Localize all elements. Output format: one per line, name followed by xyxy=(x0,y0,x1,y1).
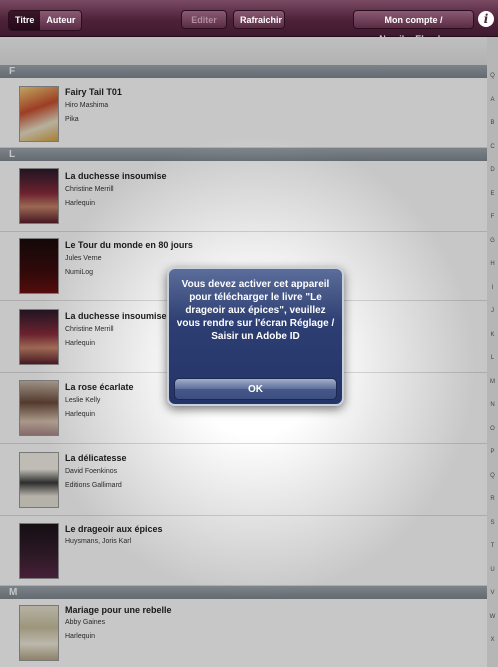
book-author: Abby Gaines xyxy=(65,619,106,626)
info-icon[interactable]: i xyxy=(478,11,494,27)
book-publisher: NumiLog xyxy=(65,269,94,276)
book-author: Christine Merrill xyxy=(65,326,114,333)
book-publisher: Harlequin xyxy=(65,411,95,418)
search-bar[interactable] xyxy=(0,37,487,65)
index-letter[interactable]: K xyxy=(487,332,498,338)
alert-message: Vous devez activer cet appareil pour tél… xyxy=(176,279,335,342)
toolbar: Titre Auteur Editer Rafraichir Mon compt… xyxy=(0,0,498,44)
index-letter[interactable]: A xyxy=(487,97,498,103)
index-letter[interactable]: F xyxy=(487,214,498,220)
book-publisher: Harlequin xyxy=(65,340,95,347)
index-letter[interactable]: V xyxy=(487,590,498,596)
edit-button[interactable]: Editer xyxy=(181,10,227,29)
book-title: Le drageoir aux épices xyxy=(65,524,163,534)
book-cover xyxy=(19,168,59,224)
index-letter[interactable]: Q xyxy=(487,73,498,79)
book-author: Christine Merrill xyxy=(65,186,114,193)
ok-button[interactable]: OK xyxy=(174,378,337,400)
index-letter[interactable]: C xyxy=(487,144,498,150)
sort-by-author-button[interactable]: Auteur xyxy=(40,11,82,30)
book-title: La duchesse insoumise xyxy=(65,311,167,321)
book-cover xyxy=(19,605,59,661)
book-title: Mariage pour une rebelle xyxy=(65,605,172,615)
index-letter[interactable]: M xyxy=(487,379,498,385)
index-letter[interactable]: W xyxy=(487,614,498,620)
index-letter[interactable]: I xyxy=(487,285,498,291)
index-letter[interactable]: D xyxy=(487,167,498,173)
book-title: La délicatesse xyxy=(65,453,127,463)
refresh-button[interactable]: Rafraichir xyxy=(233,10,285,29)
section-header-m: M xyxy=(0,586,487,599)
list-item[interactable]: La duchesse insoumise Christine Merrill … xyxy=(0,161,487,232)
book-publisher: Editions Gallimard xyxy=(65,482,122,489)
sort-segmented-control: Titre Auteur xyxy=(8,10,83,31)
list-item[interactable]: Mariage pour une rebelle Abby Gaines Har… xyxy=(0,599,487,667)
index-letter[interactable]: G xyxy=(487,238,498,244)
index-letter[interactable]: X xyxy=(487,637,498,643)
book-publisher: Pika xyxy=(65,116,79,123)
list-item[interactable]: La délicatesse David Foenkinos Editions … xyxy=(0,444,487,516)
book-cover xyxy=(19,86,59,142)
index-letter[interactable]: N xyxy=(487,402,498,408)
book-author: Huysmans, Joris Karl xyxy=(65,538,132,545)
index-letter[interactable]: O xyxy=(487,426,498,432)
index-letter[interactable]: U xyxy=(487,567,498,573)
book-title: La rose écarlate xyxy=(65,382,134,392)
account-button[interactable]: Mon compte / NumilogEbooks xyxy=(353,10,474,44)
index-letter[interactable]: P xyxy=(487,449,498,455)
index-letter[interactable]: E xyxy=(487,191,498,197)
book-author: Hiro Mashima xyxy=(65,102,109,109)
book-publisher: Harlequin xyxy=(65,200,95,207)
section-header-f: F xyxy=(0,65,487,78)
book-author: Jules Verne xyxy=(65,255,102,262)
book-cover xyxy=(19,238,59,294)
book-title: Fairy Tail T01 xyxy=(65,87,122,97)
list-item[interactable]: Fairy Tail T01 Hiro Mashima Pika xyxy=(0,78,487,148)
book-title: La duchesse insoumise xyxy=(65,171,167,181)
index-letter[interactable]: R xyxy=(487,496,498,502)
book-cover xyxy=(19,380,59,436)
index-letter[interactable]: H xyxy=(487,261,498,267)
index-letter[interactable]: J xyxy=(487,308,498,314)
section-header-l: L xyxy=(0,148,487,161)
index-letter[interactable]: B xyxy=(487,120,498,126)
index-letter[interactable]: S xyxy=(487,520,498,526)
index-letter[interactable]: T xyxy=(487,543,498,549)
book-title: Le Tour du monde en 80 jours xyxy=(65,240,193,250)
book-publisher: Harlequin xyxy=(65,633,95,640)
sort-by-title-button[interactable]: Titre xyxy=(9,11,41,30)
section-index-bar[interactable]: Q A B C D E F G H I J K L M N O P Q R S … xyxy=(487,65,498,667)
list-item[interactable]: Le drageoir aux épices Huysmans, Joris K… xyxy=(0,516,487,586)
book-author: Leslie Kelly xyxy=(65,397,101,404)
book-cover xyxy=(19,309,59,365)
index-letter[interactable]: Q xyxy=(487,473,498,479)
book-author: David Foenkinos xyxy=(65,468,118,475)
book-cover xyxy=(19,452,59,508)
activation-alert: Vous devez activer cet appareil pour tél… xyxy=(167,267,344,406)
book-cover xyxy=(19,523,59,579)
index-letter[interactable]: L xyxy=(487,355,498,361)
